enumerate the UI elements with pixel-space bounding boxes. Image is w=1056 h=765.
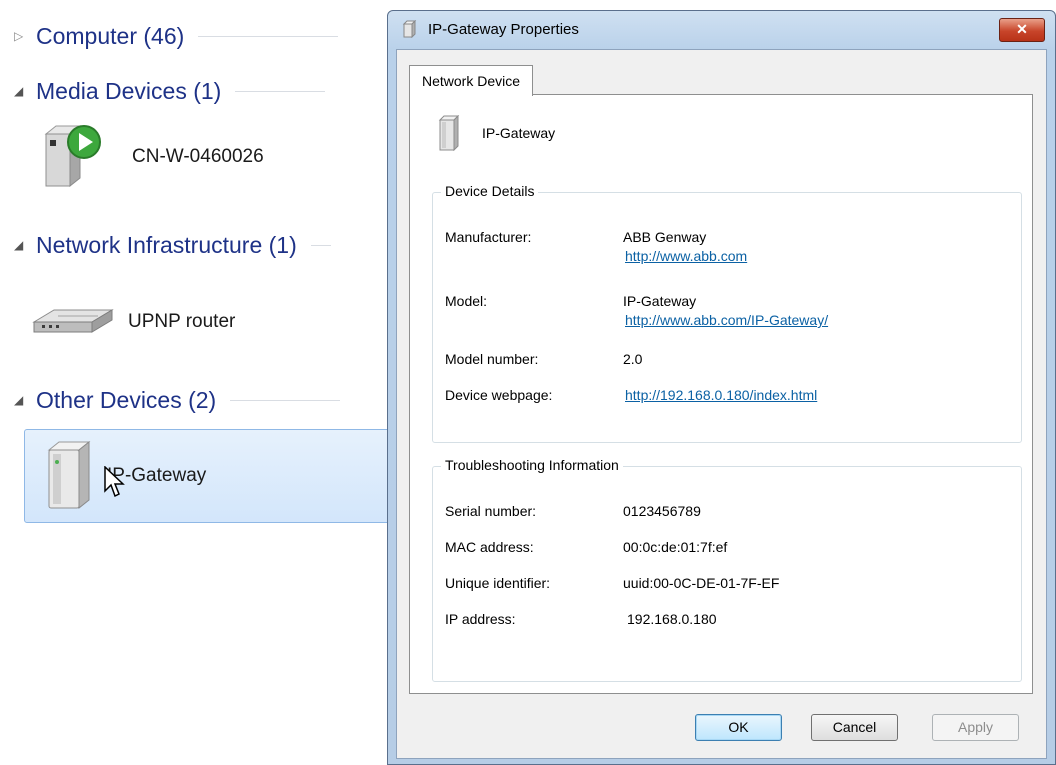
dialog-title: IP-Gateway Properties [428, 20, 579, 38]
group-label: Media Devices (1) [36, 77, 222, 104]
field-label: MAC address: [445, 539, 534, 555]
tab-network-device[interactable]: Network Device [409, 65, 534, 96]
serial-number-value: 0123456789 [623, 503, 701, 519]
group-label: Other Devices (2) [36, 386, 217, 413]
group-divider [235, 90, 326, 92]
field-label: Unique identifier: [445, 575, 551, 591]
collapse-arrow-icon[interactable]: ◢ [14, 393, 36, 407]
group-header-computer[interactable]: ▷ Computer (46) [14, 18, 339, 54]
group-header-media-devices[interactable]: ◢ Media Devices (1) [14, 73, 326, 109]
model-number-value: 2.0 [623, 351, 643, 367]
gateway-icon [402, 20, 417, 38]
manufacturer-value: ABB Genway [623, 229, 707, 245]
group-divider [310, 244, 331, 246]
device-details-group: Device Details Manufacturer: ABB Genway … [432, 183, 1022, 443]
field-label: Model number: [445, 351, 539, 367]
model-link[interactable]: http://www.abb.com/IP-Gateway/ [625, 312, 828, 328]
ip-address-value: 192.168.0.180 [627, 611, 717, 627]
collapse-arrow-icon[interactable]: ◢ [14, 84, 36, 98]
device-item-media[interactable]: CN-W-0460026 [40, 122, 264, 192]
gateway-device-icon [47, 440, 91, 510]
cancel-button[interactable]: Cancel [811, 714, 898, 741]
expand-arrow-icon[interactable]: ▷ [14, 29, 36, 43]
groupbox-title: Troubleshooting Information [441, 457, 623, 473]
group-divider [198, 35, 339, 37]
unique-identifier-value: uuid:00-0C-DE-01-7F-EF [623, 575, 780, 591]
field-label: Serial number: [445, 503, 537, 519]
dialog-client-area: Network Device IP-Gateway Device Details… [396, 49, 1047, 759]
explorer-pane: ▷ Computer (46) ◢ Media Devices (1) CN-W… [0, 0, 400, 765]
device-name: IP-Gateway [482, 125, 556, 141]
gateway-device-icon [438, 115, 460, 151]
dialog-titlebar[interactable]: IP-Gateway Properties ✕ [388, 11, 1055, 47]
manufacturer-link[interactable]: http://www.abb.com [625, 248, 747, 264]
device-header: IP-Gateway [438, 115, 555, 151]
media-server-icon [44, 124, 101, 188]
model-value: IP-Gateway [623, 293, 697, 309]
apply-button[interactable]: Apply [932, 714, 1019, 741]
ok-button[interactable]: OK [695, 714, 782, 741]
field-label: IP address: [445, 611, 516, 627]
group-divider [230, 399, 341, 401]
mouse-pointer-icon [104, 466, 125, 498]
troubleshooting-group: Troubleshooting Information Serial numbe… [432, 457, 1022, 682]
mac-address-value: 00:0c:de:01:7f:ef [623, 539, 728, 555]
tab-panel: IP-Gateway Device Details Manufacturer: … [409, 94, 1033, 694]
group-label: Network Infrastructure (1) [36, 231, 297, 258]
collapse-arrow-icon[interactable]: ◢ [14, 238, 36, 252]
group-header-other-devices[interactable]: ◢ Other Devices (2) [14, 382, 341, 418]
group-header-network-infrastructure[interactable]: ◢ Network Infrastructure (1) [14, 227, 331, 263]
device-label: UPNP router [128, 311, 236, 332]
groupbox-title: Device Details [441, 183, 539, 199]
close-button[interactable]: ✕ [999, 18, 1045, 42]
field-label: Manufacturer: [445, 229, 532, 245]
device-item-router[interactable]: UPNP router [32, 302, 235, 342]
field-label: Device webpage: [445, 387, 553, 403]
group-label: Computer (46) [36, 22, 185, 49]
field-label: Model: [445, 293, 488, 309]
router-icon [32, 309, 114, 333]
device-webpage-link[interactable]: http://192.168.0.180/index.html [625, 387, 817, 403]
device-item-gateway[interactable]: IP-Gateway [24, 429, 396, 523]
properties-dialog: IP-Gateway Properties ✕ Network Device I… [387, 10, 1056, 765]
device-label: CN-W-0460026 [132, 146, 264, 167]
